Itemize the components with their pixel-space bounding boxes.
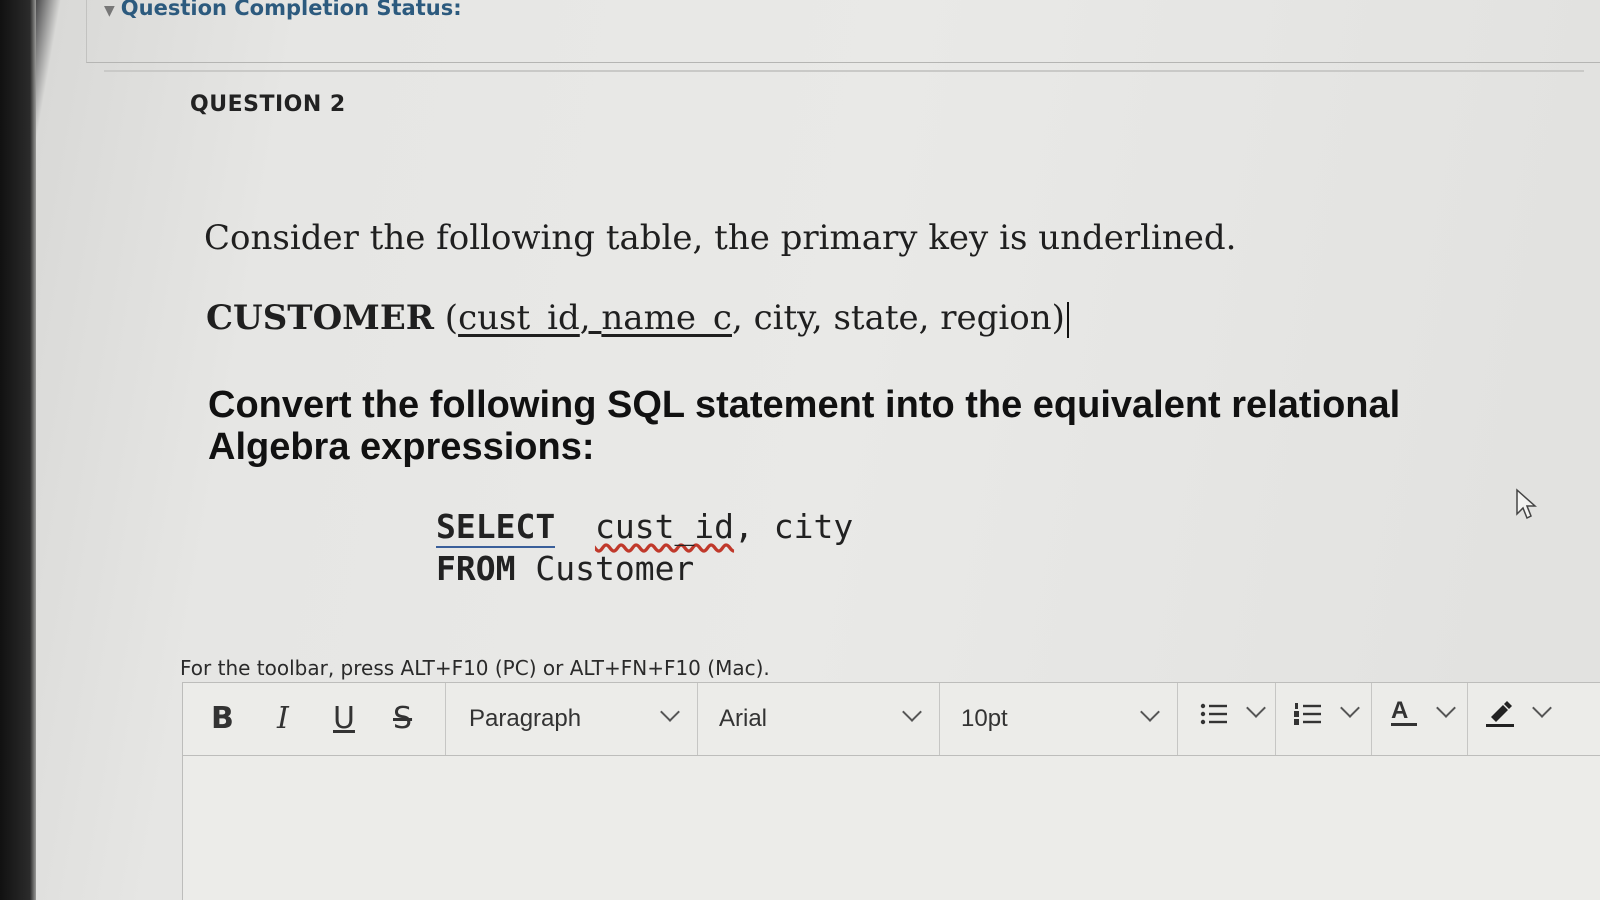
chevron-down-icon[interactable] bbox=[1246, 698, 1266, 718]
divider bbox=[104, 70, 1584, 72]
screen: ▼ Question Completion Status: QUESTION 2 … bbox=[0, 0, 1600, 900]
numbered-list-icon[interactable] bbox=[1293, 699, 1323, 729]
sql-select-col-city: , city bbox=[734, 507, 854, 546]
toolbar-separator bbox=[1371, 683, 1372, 755]
toolbar-separator bbox=[1177, 683, 1178, 755]
status-label-text: Question Completion Status: bbox=[120, 0, 462, 20]
chevron-down-icon[interactable] bbox=[1532, 698, 1552, 718]
bullet-list-icon[interactable] bbox=[1199, 699, 1229, 729]
chevron-down-icon[interactable] bbox=[660, 702, 680, 722]
strikethrough-button[interactable]: S bbox=[393, 701, 412, 736]
schema-sep: , bbox=[579, 298, 602, 338]
paragraph-format-select[interactable]: Paragraph bbox=[469, 705, 581, 733]
schema-table-name: CUSTOMER bbox=[206, 298, 434, 338]
chevron-down-icon[interactable] bbox=[902, 702, 922, 722]
question-title: QUESTION 2 bbox=[190, 92, 346, 117]
schema-open-paren: ( bbox=[434, 298, 459, 338]
sql-select-keyword: SELECT bbox=[436, 507, 556, 548]
font-family-select[interactable]: Arial bbox=[719, 705, 767, 733]
sql-select-col-cust-id: cust_id bbox=[594, 507, 735, 546]
question-instruction: Convert the following SQL statement into… bbox=[208, 384, 1401, 468]
toolbar-separator bbox=[1275, 683, 1276, 755]
chevron-down-icon[interactable] bbox=[1140, 702, 1160, 722]
question-intro: Consider the following table, the primar… bbox=[204, 218, 1237, 258]
underline-button[interactable]: U bbox=[333, 701, 355, 736]
font-size-select[interactable]: 10pt bbox=[961, 705, 1008, 733]
schema-pk-name-c: name_c bbox=[601, 298, 732, 338]
question-completion-status[interactable]: ▼ Question Completion Status: bbox=[104, 0, 462, 20]
text-caret bbox=[1066, 302, 1069, 338]
toolbar-hint: For the toolbar, press ALT+F10 (PC) or A… bbox=[180, 656, 770, 680]
toolbar-separator bbox=[697, 683, 698, 755]
schema-pk-cust-id: cust_id bbox=[458, 298, 580, 338]
mouse-pointer-icon bbox=[1516, 488, 1537, 520]
italic-button[interactable]: I bbox=[277, 701, 289, 736]
chevron-down-icon[interactable] bbox=[1436, 698, 1456, 718]
sql-from-keyword: FROM bbox=[436, 549, 516, 588]
chevron-down-icon[interactable]: ▼ bbox=[104, 3, 115, 19]
editor-toolbar: B I U S Paragraph Arial 10pt A bbox=[183, 683, 1600, 756]
bold-button[interactable]: B bbox=[211, 701, 234, 736]
monitor-bezel bbox=[0, 0, 36, 900]
sql-from-table: Customer bbox=[535, 549, 695, 588]
toolbar-separator bbox=[939, 683, 940, 755]
toolbar-separator bbox=[445, 683, 446, 755]
sql-statement: SELECT cust_id, city FROM Customer bbox=[436, 506, 853, 590]
schema-rest: , city, state, region) bbox=[731, 298, 1065, 338]
rich-text-editor[interactable]: B I U S Paragraph Arial 10pt A bbox=[182, 682, 1600, 900]
text-color-letter: A bbox=[1391, 697, 1409, 724]
chevron-down-icon[interactable] bbox=[1340, 698, 1360, 718]
schema-line: CUSTOMER (cust_id, name_c, city, state, … bbox=[206, 298, 1069, 338]
text-color-icon[interactable]: A bbox=[1391, 697, 1417, 726]
toolbar-separator bbox=[1467, 683, 1468, 755]
highlight-color-icon[interactable] bbox=[1483, 695, 1517, 729]
